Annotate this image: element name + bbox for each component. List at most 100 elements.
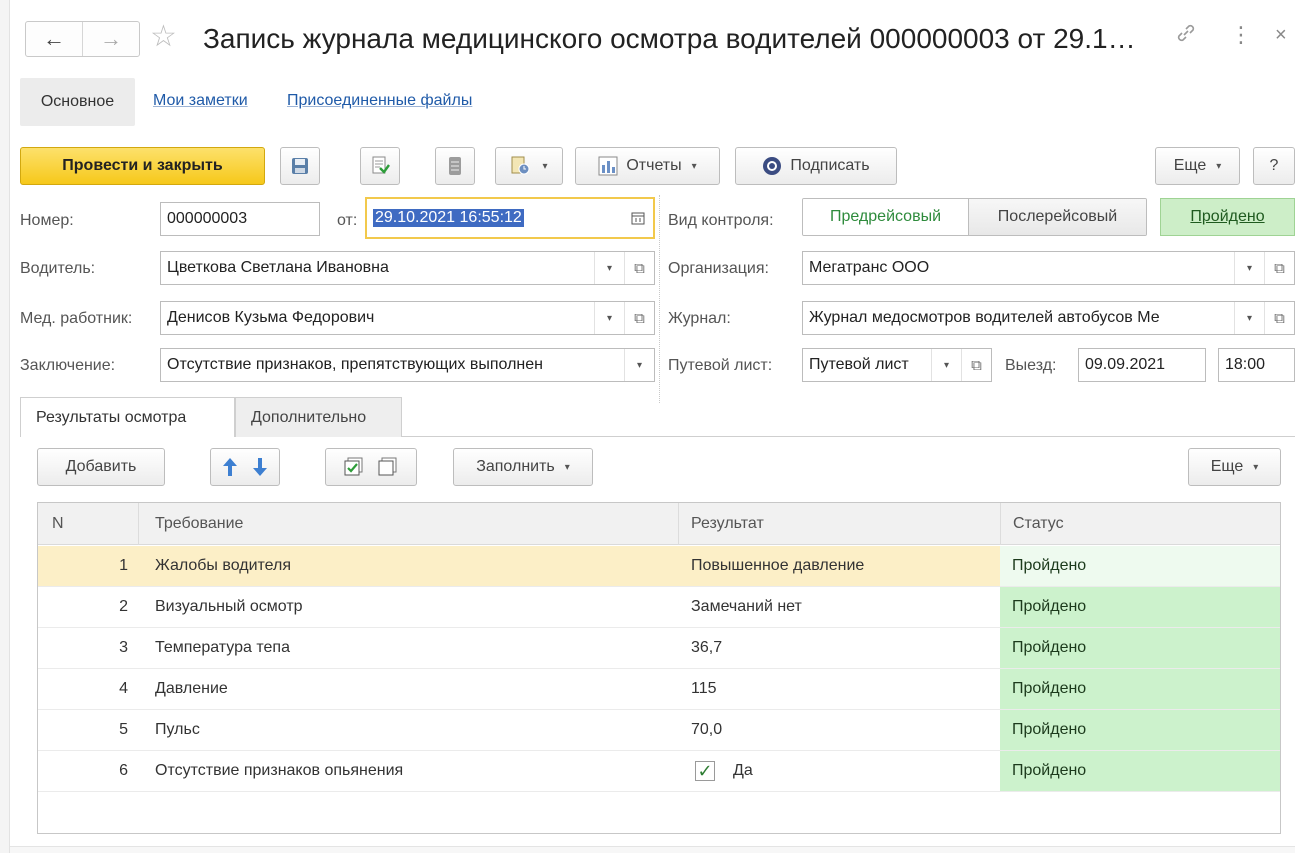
forward-arrow-icon[interactable]: → — [82, 22, 139, 56]
results-table[interactable]: N Требование Результат Статус 1 Жалобы в… — [37, 502, 1281, 834]
open-icon[interactable]: ⧉ — [961, 349, 991, 381]
table-row[interactable]: 5 Пульс 70,0 Пройдено — [38, 710, 1280, 751]
chevron-down-icon[interactable]: ▾ — [594, 302, 624, 334]
dropdown-arrow-icon: ▾ — [542, 160, 548, 172]
row-status: Пройдено — [1000, 669, 1280, 709]
column-divider — [1000, 503, 1001, 545]
driver-field[interactable]: Цветкова Светлана Ивановна ▾ ⧉ — [160, 251, 655, 285]
medic-field[interactable]: Денисов Кузьма Федорович ▾ ⧉ — [160, 301, 655, 335]
chevron-down-icon[interactable]: ▾ — [1234, 302, 1264, 334]
header-result[interactable]: Результат — [691, 503, 764, 545]
post-and-close-button[interactable]: Провести и закрыть — [20, 147, 265, 185]
table-row[interactable]: 3 Температура тепа 36,7 Пройдено — [38, 628, 1280, 669]
waybill-field[interactable]: Путевой лист ▾ ⧉ — [802, 348, 992, 382]
header-n[interactable]: N — [52, 503, 64, 545]
dropdown-arrow-icon: ▾ — [1253, 461, 1259, 473]
column-divider — [678, 503, 679, 545]
table-header: N Требование Результат Статус — [38, 503, 1280, 545]
fill-label: Заполнить — [476, 458, 555, 475]
link-icon[interactable] — [1175, 22, 1197, 50]
table-row[interactable]: 2 Визуальный осмотр Замечаний нет Пройде… — [38, 587, 1280, 628]
post-button[interactable] — [360, 147, 400, 185]
journal-field[interactable]: Журнал медосмотров водителей автобусов М… — [802, 301, 1295, 335]
create-based-on-button[interactable]: ▾ — [495, 147, 563, 185]
row-number: 2 — [119, 598, 128, 615]
number-field[interactable]: 000000003 — [160, 202, 320, 236]
favorite-star-icon[interactable]: ☆ — [150, 22, 177, 52]
more-button[interactable]: Еще ▾ — [1155, 147, 1240, 185]
fill-button[interactable]: Заполнить ▾ — [453, 448, 593, 486]
header-requirement[interactable]: Требование — [155, 503, 243, 545]
number-value: 000000003 — [167, 210, 248, 227]
open-icon[interactable]: ⧉ — [624, 302, 654, 334]
driver-label: Водитель: — [20, 260, 96, 277]
back-arrow-icon[interactable]: ← — [26, 22, 82, 56]
date-value: 29.10.2021 16:55:12 — [373, 209, 524, 227]
tab-attached-files[interactable]: Присоединенные файлы — [287, 92, 472, 110]
header-status[interactable]: Статус — [1013, 503, 1064, 545]
tab-my-notes[interactable]: Мои заметки — [153, 92, 248, 110]
reports-button[interactable]: Отчеты ▾ — [575, 147, 720, 185]
checkbox-checked-icon[interactable]: ✓ — [695, 761, 715, 781]
list-button[interactable] — [435, 147, 475, 185]
departure-time-field[interactable]: 18:00 — [1218, 348, 1295, 382]
row-result[interactable]: Повышенное давление — [691, 546, 864, 586]
sign-button[interactable]: Подписать — [735, 147, 897, 185]
table-row[interactable]: 4 Давление 115 Пройдено — [38, 669, 1280, 710]
arrow-up-icon[interactable] — [222, 457, 238, 477]
more-vertical-icon[interactable]: ⋮ — [1230, 22, 1252, 48]
chevron-down-icon[interactable]: ▾ — [1234, 252, 1264, 284]
check-buttons — [325, 448, 417, 486]
organization-value: Мегатранс ООО — [809, 259, 930, 276]
open-icon[interactable]: ⧉ — [624, 252, 654, 284]
arrow-up-svg — [223, 458, 237, 476]
departure-date-field[interactable]: 09.09.2021 — [1078, 348, 1206, 382]
add-row-button[interactable]: Добавить — [37, 448, 165, 486]
passed-status-badge[interactable]: Пройдено — [1160, 198, 1295, 236]
reports-icon — [598, 156, 618, 176]
control-type-toggle[interactable]: Предрейсовый Послерейсовый — [802, 198, 1147, 236]
organization-label: Организация: — [668, 260, 769, 277]
more-label: Еще — [1173, 157, 1207, 174]
row-result[interactable]: 115 — [691, 669, 717, 709]
medic-value: Денисов Кузьма Федорович — [167, 309, 375, 326]
tab-additional[interactable]: Дополнительно — [235, 397, 402, 437]
close-icon[interactable]: × — [1275, 24, 1287, 47]
conclusion-field[interactable]: Отсутствие признаков, препятствующих вып… — [160, 348, 655, 382]
save-icon — [292, 158, 308, 174]
departure-time-value: 18:00 — [1225, 356, 1266, 373]
open-icon[interactable]: ⧉ — [1264, 302, 1294, 334]
control-post-option[interactable]: Послерейсовый — [968, 199, 1146, 235]
table-more-button[interactable]: Еще ▾ — [1188, 448, 1281, 486]
save-button[interactable] — [280, 147, 320, 185]
row-requirement: Жалобы водителя — [155, 557, 292, 574]
row-result[interactable]: 36,7 — [691, 628, 722, 668]
uncheck-all-icon[interactable] — [378, 457, 398, 477]
control-pre-option[interactable]: Предрейсовый — [803, 199, 968, 235]
chevron-down-icon[interactable]: ▾ — [931, 349, 961, 381]
conclusion-value: Отсутствие признаков, препятствующих вып… — [167, 356, 543, 373]
row-number: 1 — [119, 557, 128, 574]
open-icon[interactable]: ⧉ — [1264, 252, 1294, 284]
calendar-icon[interactable] — [623, 199, 653, 237]
organization-field[interactable]: Мегатранс ООО ▾ ⧉ — [802, 251, 1295, 285]
table-row[interactable]: 1 Жалобы водителя Повышенное давление Пр… — [38, 546, 1280, 587]
journal-label: Журнал: — [668, 310, 731, 327]
row-status: Пройдено — [1000, 587, 1280, 627]
date-field[interactable]: 29.10.2021 16:55:12 — [365, 197, 655, 239]
uncheck-all-svg — [378, 457, 397, 476]
row-number: 5 — [119, 721, 128, 738]
table-row[interactable]: 6 Отсутствие признаков опьянения ✓ Да Пр… — [38, 751, 1280, 792]
row-result[interactable]: 70,0 — [691, 710, 722, 750]
check-all-icon[interactable] — [344, 457, 364, 477]
arrow-down-icon[interactable] — [252, 457, 268, 477]
help-button[interactable]: ? — [1253, 147, 1295, 185]
tab-main[interactable]: Основное — [20, 78, 135, 126]
move-buttons — [210, 448, 280, 486]
tab-results[interactable]: Результаты осмотра — [20, 397, 235, 437]
row-result[interactable]: ✓ Да — [695, 751, 753, 791]
chevron-down-icon[interactable]: ▾ — [624, 349, 654, 381]
row-result[interactable]: Замечаний нет — [691, 587, 802, 627]
journal-value: Журнал медосмотров водителей автобусов М… — [809, 309, 1160, 326]
chevron-down-icon[interactable]: ▾ — [594, 252, 624, 284]
